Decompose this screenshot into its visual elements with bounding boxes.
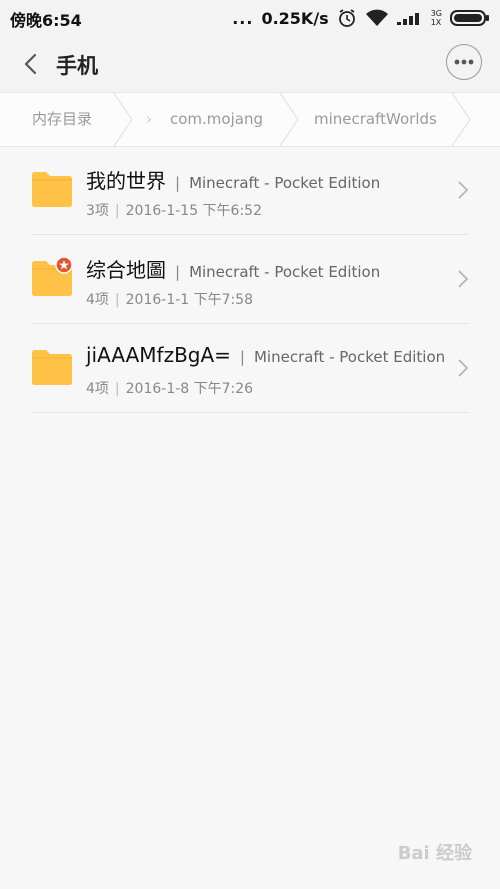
item-count: 4项 <box>86 292 109 308</box>
breadcrumb-separator-icon <box>451 93 471 146</box>
file-title-line: 我的世界 | Minecraft - Pocket Edition <box>86 165 380 194</box>
file-meta: 4项 | 2016-1-8 下午7:26 <box>86 381 254 397</box>
chevron-right-icon <box>458 270 469 288</box>
file-meta: 4项 | 2016-1-1 下午7:58 <box>86 292 254 308</box>
breadcrumb-small-chevron-icon: › <box>146 110 152 128</box>
title-separator: | <box>175 263 181 281</box>
file-name: 我的世界 <box>86 169 166 193</box>
star-badge-icon <box>55 256 73 274</box>
modified-date: 2016-1-15 下午6:52 <box>125 203 262 219</box>
title-separator: | <box>175 174 181 192</box>
status-indicators: ... 0.25K/s 3G 1X <box>232 6 490 30</box>
file-app-label: Minecraft - Pocket Edition <box>253 348 446 366</box>
chevron-right-icon <box>458 181 469 199</box>
modified-date: 2016-1-8 下午7:26 <box>125 381 254 397</box>
status-time: 傍晚6:54 <box>10 11 82 30</box>
row-divider <box>32 412 468 413</box>
notification-dots: ... <box>232 8 254 28</box>
item-count: 4项 <box>86 381 109 397</box>
folder-icon <box>32 172 72 207</box>
breadcrumb-item-com-mojang[interactable]: com.mojang <box>170 93 263 146</box>
list-item[interactable]: jiAAAMfzBgA= | Minecraft - Pocket Editio… <box>0 324 500 413</box>
wifi-icon <box>365 9 388 26</box>
file-title-line: jiAAAMfzBgA= | Minecraft - Pocket Editio… <box>86 343 445 367</box>
title-separator: | <box>239 348 245 366</box>
file-name: jiAAAMfzBgA= <box>86 343 231 367</box>
more-options-button[interactable] <box>446 44 482 80</box>
file-meta: 3项 | 2016-1-15 下午6:52 <box>86 203 262 219</box>
item-count: 3项 <box>86 203 109 219</box>
breadcrumb-separator-icon <box>113 93 133 146</box>
chevron-right-icon <box>458 359 469 377</box>
file-app-label: Minecraft - Pocket Edition <box>189 174 381 192</box>
list-item[interactable]: 我的世界 | Minecraft - Pocket Edition 3项 | 201… <box>0 146 500 235</box>
file-name: 综合地圖 <box>86 258 166 282</box>
signal-icon <box>396 13 419 25</box>
network-speed: 0.25K/s <box>261 8 329 28</box>
more-dots-icon <box>454 59 474 65</box>
breadcrumb: 内存目录 › com.mojang minecraftWorlds <box>0 92 500 147</box>
list-item[interactable]: 综合地圖 | Minecraft - Pocket Edition 4项 | 201… <box>0 235 500 324</box>
status-bar: 傍晚6:54 ... 0.25K/s 3G 1X <box>0 0 500 36</box>
file-app-label: Minecraft - Pocket Edition <box>189 263 381 281</box>
battery-icon <box>450 10 489 26</box>
network-type: 3G 1X <box>430 9 442 27</box>
breadcrumb-item-minecraft-worlds[interactable]: minecraftWorlds <box>314 93 437 146</box>
alarm-icon <box>338 9 355 27</box>
page-title: 手机 <box>56 54 98 78</box>
folder-icon <box>32 350 72 385</box>
app-bar: 手机 <box>0 36 500 92</box>
modified-date: 2016-1-1 下午7:58 <box>125 292 254 308</box>
breadcrumb-separator-icon <box>279 93 299 146</box>
breadcrumb-item-storage[interactable]: 内存目录 <box>32 93 92 146</box>
file-title-line: 综合地圖 | Minecraft - Pocket Edition <box>86 254 380 283</box>
back-arrow-icon[interactable] <box>18 50 46 78</box>
baidu-watermark: Bai 经验 <box>397 843 472 864</box>
